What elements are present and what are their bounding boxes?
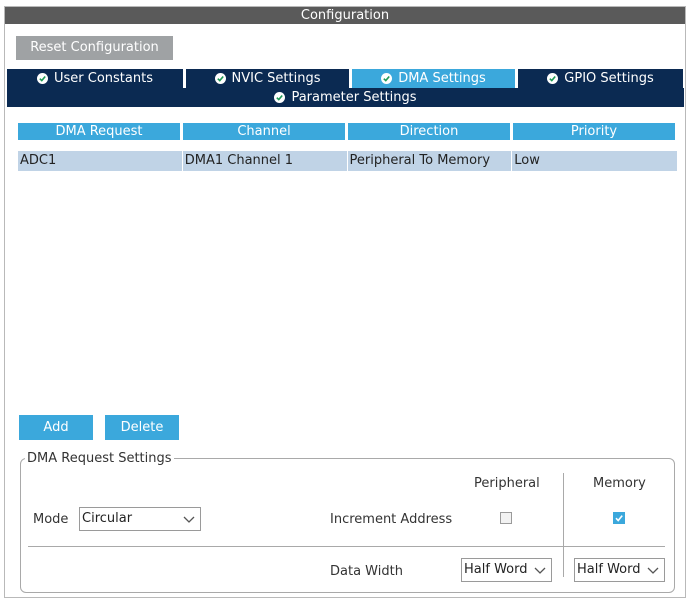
tab-label: NVIC Settings xyxy=(231,71,321,86)
group-title: DMA Request Settings xyxy=(27,451,172,466)
peripheral-data-width-value: Half Word xyxy=(464,562,528,577)
table-header: DMA Request Channel Direction Priority xyxy=(18,123,677,140)
check-circle-icon xyxy=(547,73,559,84)
delete-button[interactable]: Delete xyxy=(105,415,179,440)
tab-label: GPIO Settings xyxy=(564,71,654,86)
tab-dma-settings[interactable]: DMA Settings xyxy=(352,69,515,88)
column-divider xyxy=(563,473,564,577)
memory-column-header: Memory xyxy=(593,476,646,491)
tab-parameter-settings[interactable]: Parameter Settings xyxy=(7,88,684,107)
peripheral-increment-checkbox[interactable] xyxy=(500,512,512,524)
configuration-window: Configuration Reset Configuration User C… xyxy=(4,6,686,598)
peripheral-column-header: Peripheral xyxy=(474,476,540,491)
memory-data-width-select[interactable]: Half Word xyxy=(574,558,665,582)
chevron-down-icon xyxy=(534,567,546,574)
memory-data-width-value: Half Word xyxy=(577,562,641,577)
chevron-down-icon xyxy=(647,567,659,574)
checkmark-icon xyxy=(615,515,623,522)
check-circle-icon xyxy=(37,73,48,84)
cell-priority[interactable]: Low xyxy=(512,151,677,171)
cell-direction[interactable]: Peripheral To Memory xyxy=(348,151,513,171)
column-header-dma-request[interactable]: DMA Request xyxy=(18,123,180,140)
window-title: Configuration xyxy=(5,7,685,24)
chevron-down-icon xyxy=(183,516,195,523)
dma-request-table: DMA Request Channel Direction Priority A… xyxy=(18,123,677,171)
memory-increment-checkbox[interactable] xyxy=(613,512,625,524)
cell-channel[interactable]: DMA1 Channel 1 xyxy=(183,151,348,171)
row-divider xyxy=(28,546,665,547)
check-circle-icon xyxy=(214,73,226,84)
mode-select[interactable]: Circular xyxy=(79,507,201,531)
mode-select-value: Circular xyxy=(82,511,133,526)
tab-label: Parameter Settings xyxy=(291,90,417,105)
tab-row-2: Parameter Settings xyxy=(7,88,684,107)
tab-label: User Constants xyxy=(54,71,153,86)
column-header-direction[interactable]: Direction xyxy=(348,123,510,140)
add-button[interactable]: Add xyxy=(19,415,93,440)
table-row[interactable]: ADC1 DMA1 Channel 1 Peripheral To Memory… xyxy=(18,151,677,171)
mode-label: Mode xyxy=(33,512,69,527)
tab-user-constants[interactable]: User Constants xyxy=(7,69,183,88)
tab-nvic-settings[interactable]: NVIC Settings xyxy=(186,69,349,88)
increment-address-label: Increment Address xyxy=(330,512,453,527)
column-header-priority[interactable]: Priority xyxy=(513,123,675,140)
check-circle-icon xyxy=(381,73,393,84)
check-circle-icon xyxy=(274,92,286,103)
peripheral-data-width-select[interactable]: Half Word xyxy=(461,558,552,582)
reset-configuration-button[interactable]: Reset Configuration xyxy=(16,36,173,60)
data-width-label: Data Width xyxy=(330,564,403,579)
tab-label: DMA Settings xyxy=(398,71,486,86)
tab-gpio-settings[interactable]: GPIO Settings xyxy=(518,69,683,88)
cell-dma-request[interactable]: ADC1 xyxy=(18,151,183,171)
column-header-channel[interactable]: Channel xyxy=(183,123,345,140)
tab-row-1: User Constants NVIC Settings DMA Setting… xyxy=(7,69,683,88)
